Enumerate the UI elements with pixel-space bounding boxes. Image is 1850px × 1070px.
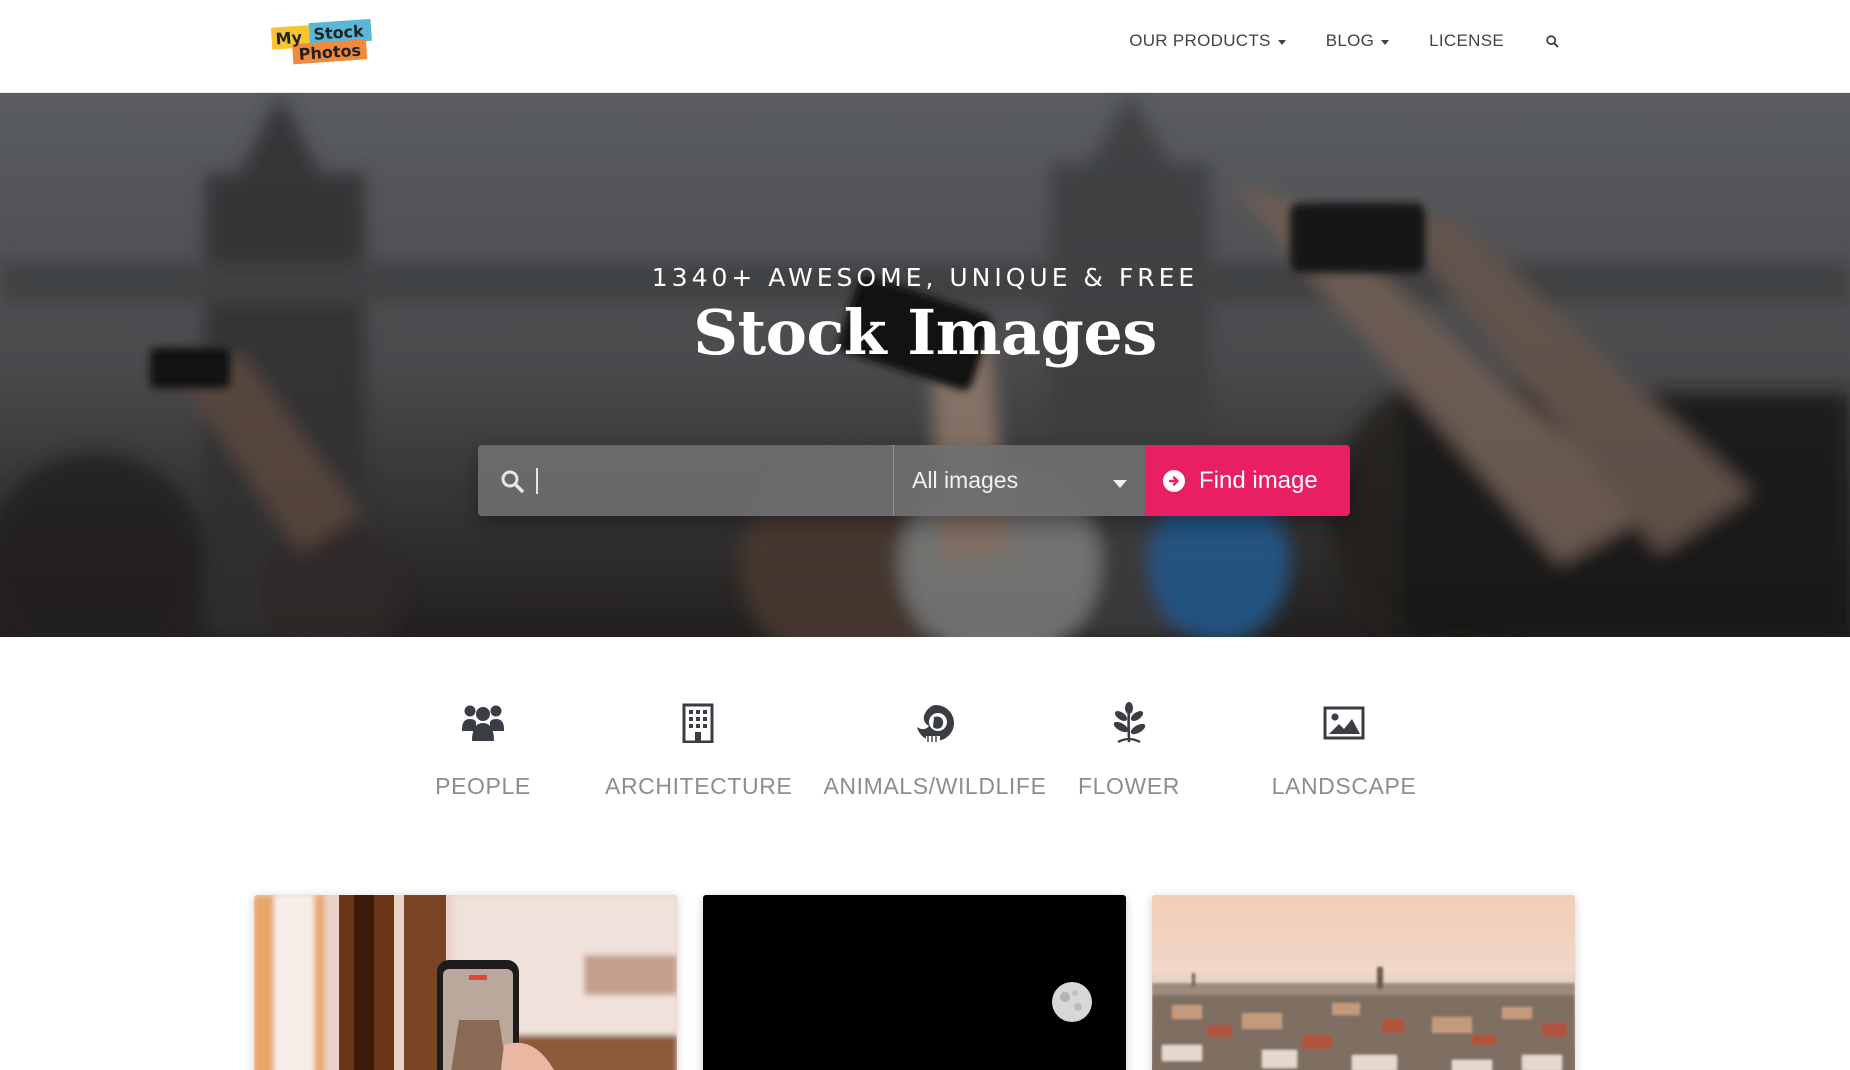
category-architecture-label: ARCHITECTURE [605, 773, 793, 799]
category-landscape-label: LANDSCAPE [1271, 773, 1417, 799]
chevron-down-icon [1381, 39, 1390, 45]
animal-icon [822, 700, 1048, 746]
image-card[interactable] [703, 895, 1126, 1070]
category-animals-wildlife[interactable]: ANIMALS/WILDLIFE [822, 700, 1048, 800]
plant-icon [1078, 700, 1180, 746]
building-icon [605, 700, 791, 746]
logo-text-photos: Photos [298, 41, 361, 64]
category-architecture[interactable]: ARCHITECTURE [605, 700, 793, 800]
category-people[interactable]: PEOPLE [420, 700, 546, 800]
hero-title: Stock Images [693, 296, 1157, 369]
image-type-select-value: All images [912, 467, 1019, 493]
search-field-wrapper [478, 445, 893, 516]
category-flower-label: FLOWER [1078, 773, 1180, 799]
find-image-label: Find image [1199, 466, 1318, 494]
image-card[interactable] [1152, 895, 1575, 1070]
category-animals-wildlife-label: ANIMALS/WILDLIFE [823, 773, 1047, 799]
image-card[interactable] [254, 895, 677, 1070]
find-image-button[interactable]: Find image [1145, 445, 1350, 516]
chevron-down-icon [1113, 479, 1127, 488]
search-icon[interactable] [1544, 33, 1560, 49]
city-skyline-photo [1152, 895, 1575, 1070]
moon-night-sky-photo [703, 895, 1126, 1070]
image-type-select[interactable]: All images [893, 445, 1145, 516]
hand-holding-phone-photo [254, 895, 677, 1070]
nav-license-label: LICENSE [1429, 31, 1504, 50]
category-flower[interactable]: FLOWER [1078, 700, 1180, 800]
main-nav: OUR PRODUCTS BLOG LICENSE [1129, 30, 1560, 52]
nav-blog-label: BLOG [1325, 31, 1375, 50]
nav-license[interactable]: LICENSE [1429, 30, 1504, 52]
image-grid [0, 895, 1850, 1070]
image-search-form: All images Find image [478, 445, 1350, 516]
arrow-circle-right-icon [1163, 469, 1185, 492]
site-logo[interactable]: My Stock Photos [270, 18, 382, 66]
nav-our-products-label: OUR PRODUCTS [1129, 31, 1271, 50]
category-landscape[interactable]: LANDSCAPE [1270, 700, 1418, 800]
image-icon [1270, 700, 1418, 746]
nav-blog[interactable]: BLOG [1325, 30, 1390, 52]
chevron-down-icon [1277, 39, 1286, 45]
users-icon [420, 700, 546, 746]
nav-our-products[interactable]: OUR PRODUCTS [1129, 30, 1286, 52]
site-header: My Stock Photos OUR PRODUCTS BLOG LICENS… [0, 0, 1850, 93]
text-cursor [536, 467, 538, 494]
search-icon [501, 470, 524, 493]
hero-subtitle: 1340+ AWESOME, UNIQUE & FREE [651, 263, 1199, 292]
search-input[interactable] [544, 467, 874, 494]
category-people-label: PEOPLE [435, 773, 531, 799]
hero-section: 1340+ AWESOME, UNIQUE & FREE Stock Image… [0, 93, 1850, 637]
